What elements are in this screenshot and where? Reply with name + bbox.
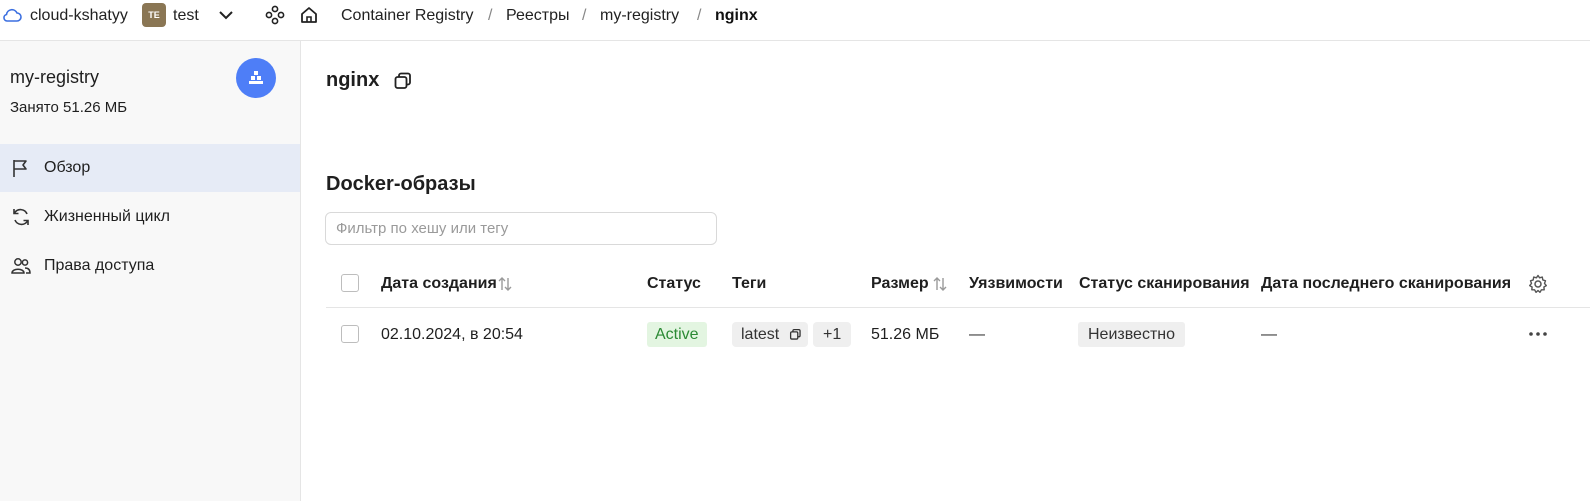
filter-input[interactable] (325, 212, 717, 245)
tag-chip[interactable]: latest (732, 322, 808, 347)
scan-status-badge: Неизвестно (1078, 322, 1186, 347)
cell-size: 51.26 МБ (871, 326, 940, 343)
column-status: Статус (647, 275, 701, 292)
breadcrumb-separator: / (697, 7, 702, 24)
cell-created: 02.10.2024, в 20:54 (381, 326, 523, 343)
column-created[interactable]: Дата создания (381, 274, 497, 294)
sidebar-item-label: Жизненный цикл (44, 208, 170, 225)
breadcrumb-nginx: nginx (715, 7, 758, 24)
breadcrumb-my-registry[interactable]: my-registry (600, 6, 679, 26)
refresh-icon (13, 208, 29, 226)
flag-icon (13, 160, 27, 177)
container-registry-icon (249, 71, 263, 84)
section-title: Docker-образы (326, 173, 476, 195)
sort-icon[interactable] (932, 276, 948, 292)
page-title: nginx (326, 69, 380, 91)
sidebar-item-overview[interactable]: Обзор (0, 144, 300, 192)
copy-icon[interactable] (789, 328, 802, 341)
column-size[interactable]: Размер (871, 274, 929, 294)
more-tags-badge[interactable]: +1 (813, 322, 852, 347)
select-all-checkbox[interactable] (341, 274, 359, 292)
cloud-icon[interactable] (2, 7, 22, 23)
breadcrumb-separator: / (488, 7, 493, 24)
more-actions-icon[interactable] (1528, 331, 1548, 337)
registry-occupied: Занято 51.26 МБ (10, 99, 128, 116)
breadcrumb-registries[interactable]: Реестры (506, 6, 570, 26)
column-tags: Теги (732, 275, 767, 292)
breadcrumb-separator: / (582, 7, 587, 24)
folder-name[interactable]: test (173, 6, 199, 26)
chevron-down-icon[interactable] (218, 9, 234, 21)
services-icon[interactable] (265, 5, 285, 25)
sort-icon[interactable] (497, 276, 513, 292)
sidebar-item-label: Права доступа (44, 257, 155, 274)
sidebar-item-label: Обзор (44, 159, 91, 176)
sidebar: my-registry Занято 51.26 МБ Обзор Жизнен… (0, 41, 301, 501)
gear-icon[interactable] (1528, 274, 1548, 294)
table-header-divider (326, 307, 1590, 308)
cell-vulnerabilities: — (969, 326, 985, 343)
home-icon[interactable] (299, 5, 319, 25)
cloud-name[interactable]: cloud-kshatyy (30, 6, 128, 26)
top-bar: cloud-kshatyy TE test Container Registry… (0, 0, 1590, 41)
registry-name: my-registry (10, 67, 99, 87)
folder-avatar[interactable]: TE (142, 3, 166, 27)
row-checkbox[interactable] (341, 325, 359, 343)
cell-last-scan: — (1261, 326, 1277, 343)
copy-icon[interactable] (393, 71, 413, 91)
tag-label: latest (741, 326, 780, 343)
breadcrumb-container-registry[interactable]: Container Registry (341, 6, 474, 26)
registry-fab-button[interactable] (236, 58, 276, 98)
sidebar-item-access-rights[interactable]: Права доступа (0, 242, 300, 290)
users-icon (11, 258, 31, 274)
column-vulnerabilities: Уязвимости (969, 275, 1063, 292)
column-scan-status: Статус сканирования (1079, 275, 1250, 292)
column-last-scan-date: Дата последнего сканирования (1261, 275, 1512, 292)
status-badge: Active (647, 322, 707, 347)
sidebar-item-lifecycle[interactable]: Жизненный цикл (0, 193, 300, 241)
